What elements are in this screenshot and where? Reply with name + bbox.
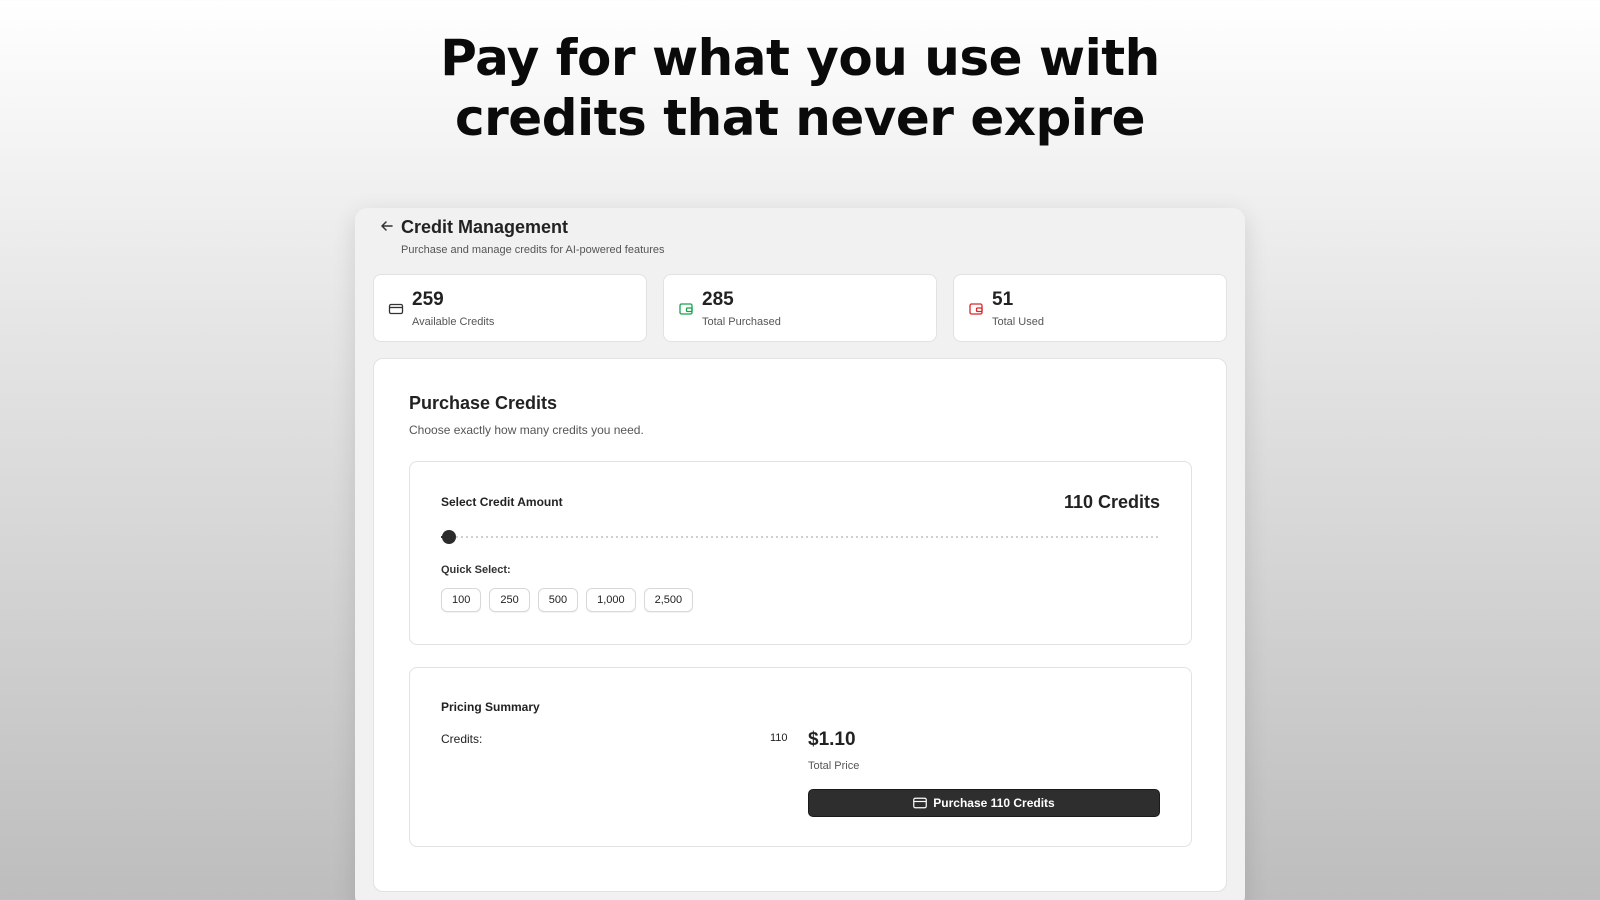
slider-track [441,536,1160,538]
wallet-icon [969,303,983,315]
select-amount-label: Select Credit Amount [441,495,563,509]
card-title: Purchase Credits [409,393,558,413]
credits-row-value: 110 [770,732,788,744]
credit-amount-slider[interactable] [441,530,1160,544]
stat-value: 285 [702,289,734,310]
stat-value: 51 [992,289,1014,310]
stat-total-used: 51 Total Used [953,274,1227,342]
app-window: Credit Management Purchase and manage cr… [355,208,1245,900]
credit-card-icon [913,797,928,809]
quick-select-1000[interactable]: 1,000 [586,588,636,612]
stat-value: 259 [412,289,444,310]
page-subtitle: Purchase and manage credits for AI-power… [401,244,665,256]
stat-label: Available Credits [412,316,495,328]
stat-label: Total Purchased [702,316,781,328]
quick-select-500[interactable]: 500 [537,588,579,612]
pricing-summary-title: Pricing Summary [441,700,540,714]
quick-select-label: Quick Select: [441,564,511,576]
quick-select-row: 100 250 500 1,000 2,500 [441,588,694,612]
page-title: Credit Management [401,217,569,237]
credit-select-panel: Select Credit Amount 110 Credits Quick S… [409,461,1192,645]
purchase-credits-button[interactable]: Purchase 110 Credits [808,789,1160,817]
credit-card-icon [388,303,404,315]
total-price-label: Total Price [808,760,860,772]
hero-headline: Pay for what you use with credits that n… [0,28,1600,148]
hero-line-2: credits that never expire [455,89,1146,147]
total-price: $1.10 [808,729,856,750]
hero-line-1: Pay for what you use with [440,29,1160,87]
stat-label: Total Used [992,316,1044,328]
stats-row: 259 Available Credits 285 Total Purchase… [373,274,1227,342]
selected-credits-display: 110 Credits [1063,492,1160,512]
arrow-left-icon [381,221,393,231]
slider-thumb[interactable] [441,530,456,544]
card-subtitle: Choose exactly how many credits you need… [409,423,644,437]
pricing-summary-panel: Pricing Summary Credits: 110 $1.10 Total… [409,667,1192,847]
wallet-icon [679,303,693,315]
quick-select-100[interactable]: 100 [441,588,482,612]
quick-select-2500[interactable]: 2,500 [643,588,694,612]
credits-row-label: Credits: [441,732,483,746]
back-button[interactable] [377,216,397,236]
stat-total-purchased: 285 Total Purchased [663,274,937,342]
purchase-credits-card: Purchase Credits Choose exactly how many… [373,358,1227,892]
stat-available-credits: 259 Available Credits [373,274,647,342]
purchase-button-label: Purchase 110 Credits [933,796,1055,810]
quick-select-250[interactable]: 250 [489,588,530,612]
